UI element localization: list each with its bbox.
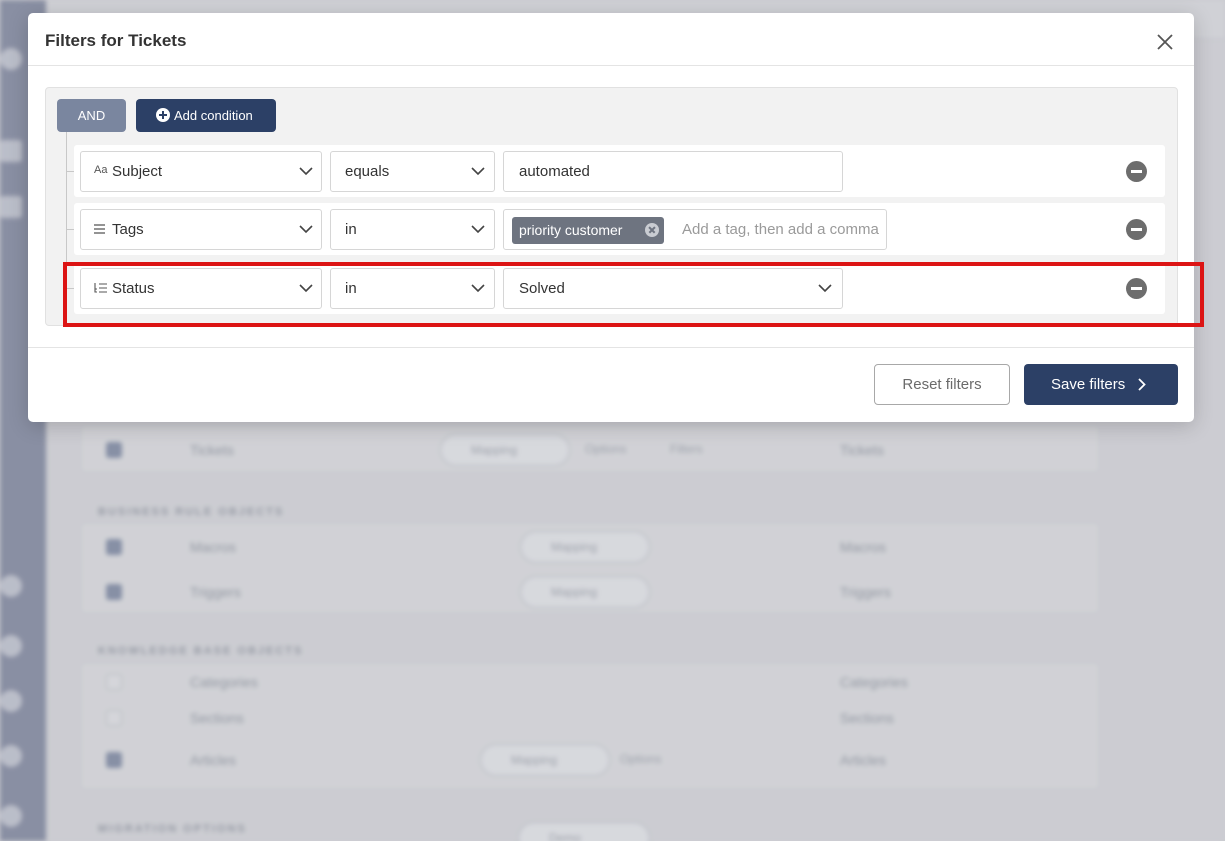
tag-input-placeholder: Add a tag, then add a comma <box>682 221 879 238</box>
chevron-down-icon <box>299 167 313 176</box>
close-icon <box>1157 34 1173 50</box>
value-input[interactable]: automated <box>503 151 843 192</box>
list-icon <box>94 224 105 234</box>
chevron-down-icon <box>299 225 313 234</box>
field-select[interactable]: Tags <box>80 209 322 250</box>
chevron-down-icon <box>471 225 485 234</box>
operator-select[interactable]: equals <box>330 151 495 192</box>
footer-divider <box>28 347 1194 348</box>
condition-row-tags: Tags in priority customer Add a tag, the… <box>74 203 1165 255</box>
field-select[interactable]: Aa Subject <box>80 151 322 192</box>
tag-input[interactable]: priority customer Add a tag, then add a … <box>503 209 887 250</box>
close-button[interactable] <box>1153 30 1177 54</box>
remove-condition-button[interactable] <box>1126 161 1147 182</box>
add-condition-button[interactable]: Add condition <box>136 99 276 132</box>
reset-filters-button[interactable]: Reset filters <box>874 364 1010 405</box>
plus-circle-icon <box>156 108 170 122</box>
save-filters-button[interactable]: Save filters <box>1024 364 1178 405</box>
modal-header: Filters for Tickets <box>28 13 1194 66</box>
operator-select-value: equals <box>345 163 390 180</box>
remove-tag-icon[interactable] <box>645 223 659 237</box>
operator-select[interactable]: in <box>330 209 495 250</box>
operator-select-value: in <box>345 221 357 238</box>
field-select-value: Tags <box>112 221 144 238</box>
highlight-box <box>63 262 1204 327</box>
filters-modal: Filters for Tickets AND Add condition Aa… <box>28 13 1204 422</box>
save-filters-label: Save filters <box>1051 376 1126 393</box>
modal-title: Filters for Tickets <box>45 31 187 50</box>
chevron-down-icon <box>471 167 485 176</box>
condition-row-subject: Aa Subject equals automated <box>74 145 1165 197</box>
field-select-value: Subject <box>112 163 163 180</box>
tag-chip: priority customer <box>512 217 664 244</box>
tag-label: priority customer <box>519 222 623 238</box>
text-type-icon: Aa <box>94 164 108 176</box>
and-operator-button[interactable]: AND <box>57 99 126 132</box>
chevron-right-icon <box>1138 378 1146 391</box>
add-condition-label: Add condition <box>174 108 253 123</box>
remove-condition-button[interactable] <box>1126 219 1147 240</box>
